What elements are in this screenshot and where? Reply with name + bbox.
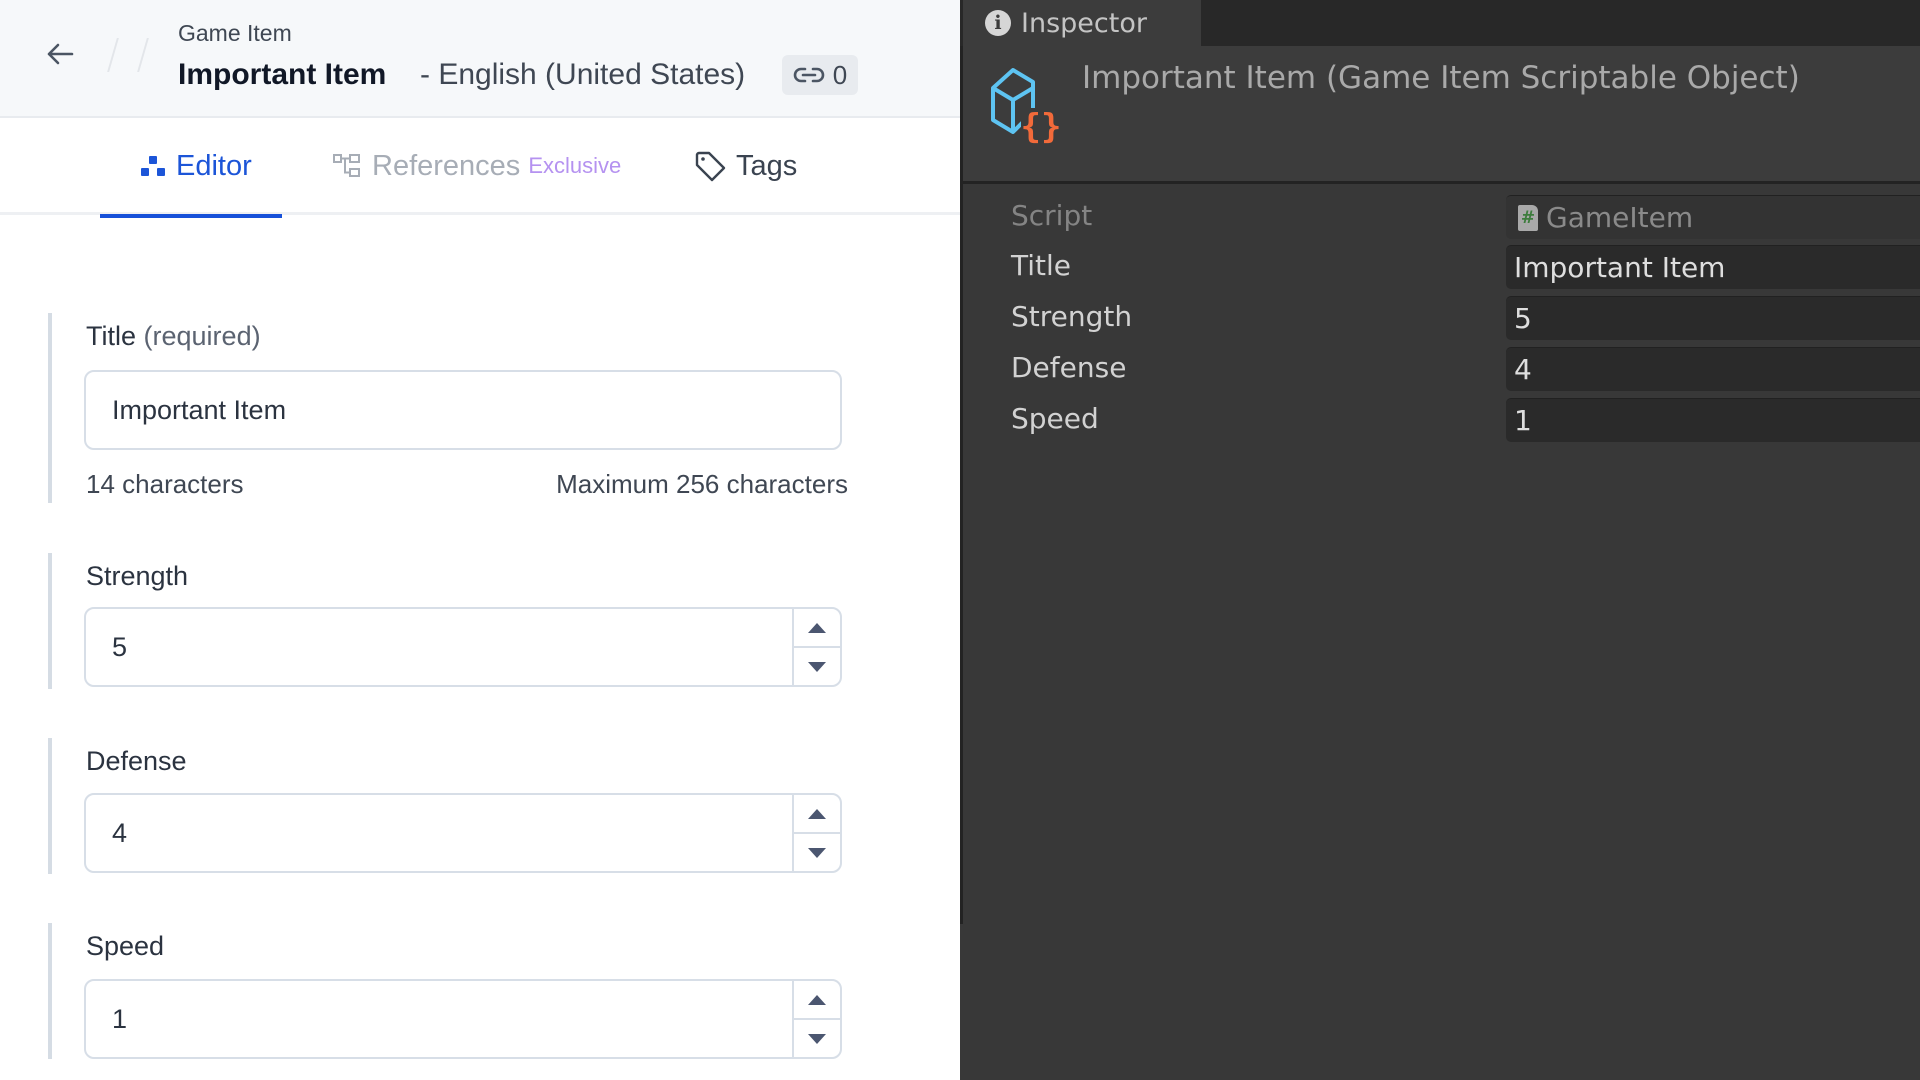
- references-count: 0: [832, 59, 848, 90]
- editor-header: Game Item Important Item - English (Unit…: [0, 0, 960, 118]
- strength-stepper: [792, 609, 840, 685]
- inspector-defense-input[interactable]: 4: [1506, 347, 1920, 391]
- tab-tags-label: Tags: [736, 149, 798, 182]
- script-value: GameItem: [1546, 201, 1694, 234]
- speed-increment-button[interactable]: [794, 981, 840, 1018]
- tab-editor[interactable]: Editor: [100, 118, 282, 218]
- tag-icon: [695, 151, 726, 182]
- title-input-value: Important Item: [112, 394, 287, 425]
- defense-input[interactable]: 4: [84, 793, 842, 873]
- inspector-tab-strip: i Inspector: [960, 0, 1920, 46]
- inspector-defense-label: Defense: [1011, 351, 1127, 384]
- defense-decrement-button[interactable]: [794, 832, 840, 871]
- inspector-strength-input[interactable]: 5: [1506, 296, 1920, 340]
- inspector-row-speed: Speed 1: [960, 398, 1920, 442]
- inspector-row-defense: Defense 4: [960, 347, 1920, 391]
- info-icon: i: [985, 10, 1011, 36]
- defense-increment-button[interactable]: [794, 795, 840, 832]
- scriptable-object-icon: {}: [991, 68, 1062, 146]
- strength-decrement-button[interactable]: [794, 646, 840, 685]
- field-group-title: Title (required) Important Item 14 chara…: [48, 313, 848, 503]
- strength-input-value: 5: [112, 631, 128, 662]
- speed-label: Speed: [86, 931, 165, 961]
- strength-label: Strength: [86, 561, 189, 591]
- entry-locale: - English (United States): [420, 58, 746, 91]
- inspector-title-input[interactable]: Important Item: [1506, 245, 1920, 289]
- title-char-count: 14 characters: [86, 469, 244, 499]
- tab-inspector[interactable]: i Inspector: [963, 0, 1201, 46]
- field-group-defense: Defense 4: [48, 738, 848, 874]
- editor-tabs: Editor References Exclusive Tags: [0, 118, 960, 218]
- inspector-header: {} Important Item (Game Item Scriptable …: [963, 46, 1920, 184]
- breadcrumb-separator: [107, 38, 119, 72]
- csharp-script-icon: #: [1518, 204, 1538, 231]
- references-count-badge[interactable]: 0: [782, 55, 858, 95]
- defense-label: Defense: [86, 746, 187, 776]
- title-char-max: Maximum 256 characters: [556, 469, 848, 499]
- unity-inspector-pane: i Inspector {} Important Item (Game Item…: [960, 0, 1920, 1080]
- title-input[interactable]: Important Item: [84, 370, 842, 450]
- title-label-text: Title: [86, 321, 137, 351]
- breadcrumb-content-type[interactable]: Game Item: [178, 20, 292, 47]
- back-button[interactable]: [44, 38, 76, 70]
- references-icon: [333, 154, 360, 177]
- inspector-strength-label: Strength: [1011, 300, 1133, 333]
- caret-down-icon: [808, 661, 826, 672]
- entry-title: Important Item: [178, 58, 387, 91]
- breadcrumb-separator: [137, 38, 149, 72]
- tab-tags[interactable]: Tags: [694, 118, 797, 214]
- inspector-object-title: Important Item (Game Item Scriptable Obj…: [1082, 60, 1800, 96]
- exclusive-badge: Exclusive: [528, 153, 622, 178]
- strength-increment-button[interactable]: [794, 609, 840, 646]
- required-qualifier: (required): [143, 321, 261, 351]
- tab-references-label: References: [372, 149, 521, 182]
- inspector-title-label: Title: [1011, 249, 1072, 282]
- inspector-speed-label: Speed: [1011, 402, 1099, 435]
- defense-stepper: [792, 795, 840, 871]
- link-icon: [793, 67, 825, 83]
- caret-up-icon: [808, 622, 826, 633]
- field-group-strength: Strength 5: [48, 553, 848, 689]
- inspector-row-title: Title Important Item: [960, 245, 1920, 289]
- speed-decrement-button[interactable]: [794, 1018, 840, 1057]
- title-label: Title (required): [86, 321, 261, 352]
- inspector-row-strength: Strength 5: [960, 296, 1920, 340]
- editor-icon: [141, 156, 165, 176]
- script-object-field[interactable]: # GameItem: [1506, 195, 1920, 239]
- svg-text:{}: {}: [1021, 107, 1062, 146]
- inspector-tab-label: Inspector: [1021, 7, 1147, 39]
- strength-input[interactable]: 5: [84, 607, 842, 687]
- inspector-speed-input[interactable]: 1: [1506, 398, 1920, 442]
- caret-up-icon: [808, 808, 826, 819]
- inspector-row-script: Script # GameItem: [960, 195, 1920, 239]
- arrow-left-icon: [47, 43, 74, 65]
- caret-up-icon: [808, 994, 826, 1005]
- caret-down-icon: [808, 1033, 826, 1044]
- speed-input-value: 1: [112, 1003, 128, 1034]
- field-group-speed: Speed 1: [48, 923, 848, 1059]
- script-label: Script: [1011, 199, 1093, 232]
- tab-references[interactable]: References Exclusive: [332, 118, 621, 214]
- caret-down-icon: [808, 847, 826, 858]
- tab-editor-label: Editor: [176, 149, 252, 182]
- speed-stepper: [792, 981, 840, 1057]
- content-editor-pane: Game Item Important Item - English (Unit…: [0, 0, 960, 1080]
- defense-input-value: 4: [112, 817, 128, 848]
- speed-input[interactable]: 1: [84, 979, 842, 1059]
